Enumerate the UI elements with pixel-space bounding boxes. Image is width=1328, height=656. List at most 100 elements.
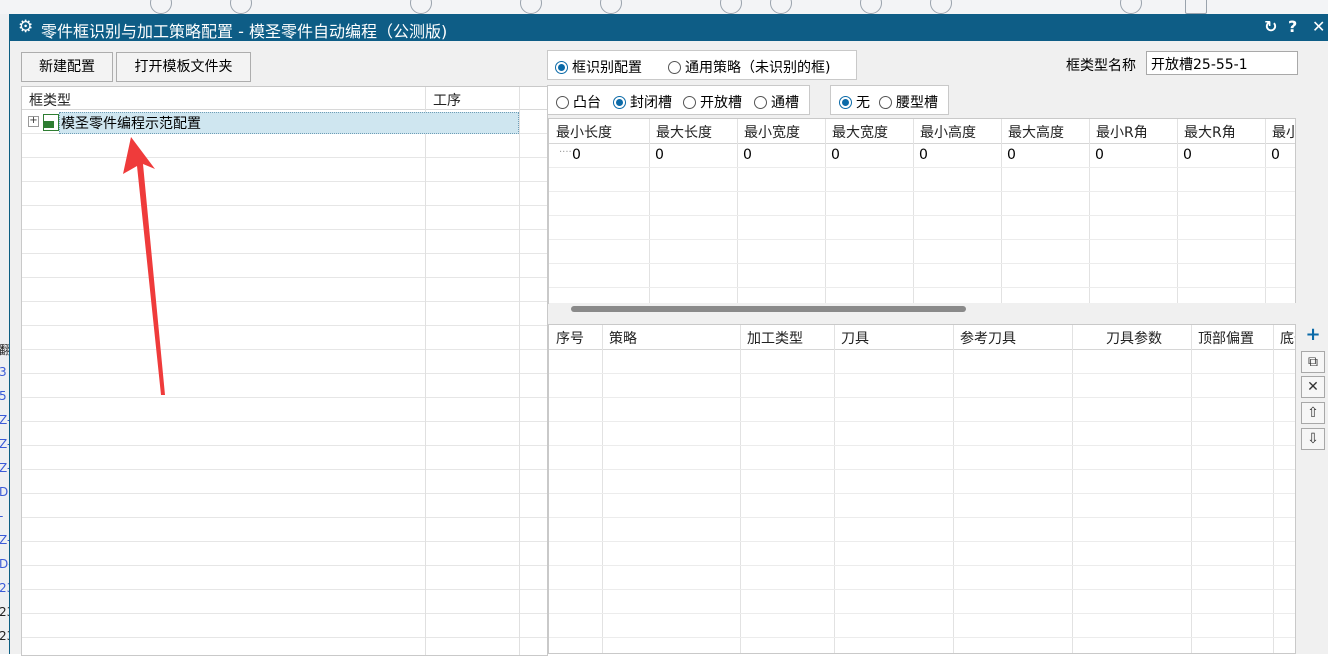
column-header[interactable]: 最大长度 <box>656 122 712 142</box>
radio-unselected-icon <box>683 96 696 109</box>
column-header-process[interactable]: 工序 <box>433 90 461 110</box>
radio-selected-icon <box>839 96 852 109</box>
column-header[interactable]: 最大高度 <box>1008 122 1064 142</box>
radio-none[interactable]: 无 <box>839 92 870 112</box>
table-cell[interactable]: 0 <box>1183 147 1192 163</box>
background-left-strip: 翻 3 5 Z- Z- Z- D - Z- D- 23 23 23 <box>0 14 9 654</box>
column-header[interactable]: 最小R角 <box>1096 122 1148 142</box>
table-row <box>549 350 1295 374</box>
move-up-icon[interactable]: ⇧ <box>1301 402 1325 424</box>
add-row-icon[interactable]: + <box>1301 325 1325 347</box>
table-cell[interactable]: 0 <box>572 147 581 163</box>
table-cell[interactable]: 0 <box>655 147 664 163</box>
background-tool-icon <box>860 0 882 14</box>
tree-row <box>22 470 547 494</box>
table-row <box>549 398 1295 422</box>
column-header[interactable]: 参考刀具 <box>960 328 1016 348</box>
column-header[interactable]: 最小宽度 <box>744 122 800 142</box>
column-header[interactable]: 序号 <box>556 328 584 348</box>
title-bar[interactable]: ⚙ 零件框识别与加工策略配置 - 模圣零件自动编程（公测版) ↻ ? ✕ <box>10 14 1328 41</box>
frame-type-tree[interactable]: 框类型 工序 + 模圣零件编程示范配置 <box>21 86 548 656</box>
column-header[interactable]: 最小高度 <box>920 122 976 142</box>
expand-icon[interactable]: + <box>28 116 39 127</box>
config-dialog: ⚙ 零件框识别与加工策略配置 - 模圣零件自动编程（公测版) ↻ ? ✕ 新建配… <box>9 14 1328 656</box>
radio-unselected-icon <box>668 61 681 74</box>
radio-frame-recognition[interactable]: 框识别配置 <box>555 57 642 77</box>
gear-icon: ⚙ <box>18 17 34 37</box>
column-divider <box>519 87 520 655</box>
strategy-grid-header: 序号 策略 加工类型 刀具 参考刀具 刀具参数 顶部偏置 底部 <box>549 325 1295 350</box>
new-config-button[interactable]: 新建配置 <box>21 52 113 82</box>
table-row <box>549 470 1295 494</box>
delete-row-icon[interactable]: ✕ <box>1301 376 1325 398</box>
table-cell[interactable]: 0 <box>831 147 840 163</box>
column-header[interactable]: 加工类型 <box>747 328 803 348</box>
table-row[interactable]: ···· 0 0 0 0 0 0 0 0 0 <box>549 144 1295 168</box>
radio-through-slot[interactable]: 通槽 <box>754 92 799 112</box>
tree-row <box>22 350 547 374</box>
copy-row-icon[interactable]: ⧉ <box>1301 351 1325 373</box>
tree-row <box>22 254 547 278</box>
tree-row <box>22 278 547 302</box>
table-row <box>549 216 1295 240</box>
radio-waist-slot[interactable]: 腰型槽 <box>879 92 938 112</box>
table-cell[interactable]: 0 <box>919 147 928 163</box>
tree-row <box>22 158 547 182</box>
annotation-arrow-icon <box>123 137 165 395</box>
background-fragment: Z- <box>0 437 9 451</box>
table-row <box>549 374 1295 398</box>
background-fragment: 23 <box>0 581 9 595</box>
column-header[interactable]: 最大R角 <box>1184 122 1236 142</box>
horizontal-scrollbar[interactable] <box>549 303 1296 315</box>
table-row <box>549 422 1295 446</box>
background-fragment: 5 <box>0 389 7 403</box>
background-fragment: Z- <box>0 461 9 475</box>
tree-row <box>22 614 547 638</box>
tree-row <box>22 134 547 158</box>
radio-general-strategy[interactable]: 通用策略（未识别的框) <box>668 57 830 77</box>
move-down-icon[interactable]: ⇩ <box>1301 428 1325 450</box>
refresh-icon[interactable]: ↻ <box>1264 17 1277 36</box>
table-row <box>549 264 1295 288</box>
tree-row <box>22 302 547 326</box>
column-header-frame-type[interactable]: 框类型 <box>29 90 71 110</box>
radio-label: 腰型槽 <box>896 95 938 111</box>
table-row <box>549 446 1295 470</box>
column-header[interactable]: 刀具参数 <box>1106 328 1162 348</box>
help-icon[interactable]: ? <box>1288 17 1297 36</box>
table-row <box>549 566 1295 590</box>
table-cell[interactable]: 0 <box>743 147 752 163</box>
table-cell[interactable]: 0 <box>1007 147 1016 163</box>
tree-row <box>22 422 547 446</box>
column-header[interactable]: 策略 <box>609 328 637 348</box>
background-fragment: Z- <box>0 413 9 427</box>
background-tool-icon <box>720 0 742 14</box>
table-cell[interactable]: 0 <box>1271 147 1280 163</box>
close-icon[interactable]: ✕ <box>1312 17 1325 36</box>
radio-open-slot[interactable]: 开放槽 <box>683 92 742 112</box>
radio-boss[interactable]: 凸台 <box>556 92 601 112</box>
radio-label: 通槽 <box>771 95 799 111</box>
tree-item-label[interactable]: 模圣零件编程示范配置 <box>61 113 201 133</box>
dimension-grid[interactable]: 最小长度 最大长度 最小宽度 最大宽度 最小高度 最大高度 最小R角 最大R角 … <box>548 118 1296 304</box>
column-header[interactable]: 顶部偏置 <box>1198 328 1254 348</box>
background-tool-icon <box>1120 0 1142 14</box>
waist-radio-group: 无 腰型槽 <box>830 85 949 115</box>
frame-type-name-input[interactable]: 开放槽25-55-1 <box>1146 51 1298 75</box>
xlsx-file-icon <box>43 114 59 131</box>
table-cell[interactable]: 0 <box>1095 147 1104 163</box>
background-tool-icon <box>520 0 542 14</box>
tree-header: 框类型 工序 <box>22 87 547 110</box>
radio-unselected-icon <box>879 96 892 109</box>
column-header[interactable]: 最大宽度 <box>832 122 888 142</box>
strategy-grid[interactable]: 序号 策略 加工类型 刀具 参考刀具 刀具参数 顶部偏置 底部 <box>548 324 1296 654</box>
table-row <box>549 494 1295 518</box>
column-header[interactable]: 刀具 <box>841 328 869 348</box>
column-header[interactable]: 底部 <box>1280 328 1295 348</box>
column-header[interactable]: 最小长度 <box>556 122 612 142</box>
open-template-folder-button[interactable]: 打开模板文件夹 <box>116 52 251 82</box>
column-header[interactable]: 最小 <box>1272 122 1295 142</box>
frame-type-name-label: 框类型名称 <box>1066 58 1136 74</box>
scrollbar-thumb[interactable] <box>571 306 966 312</box>
radio-closed-slot[interactable]: 封闭槽 <box>613 92 672 112</box>
